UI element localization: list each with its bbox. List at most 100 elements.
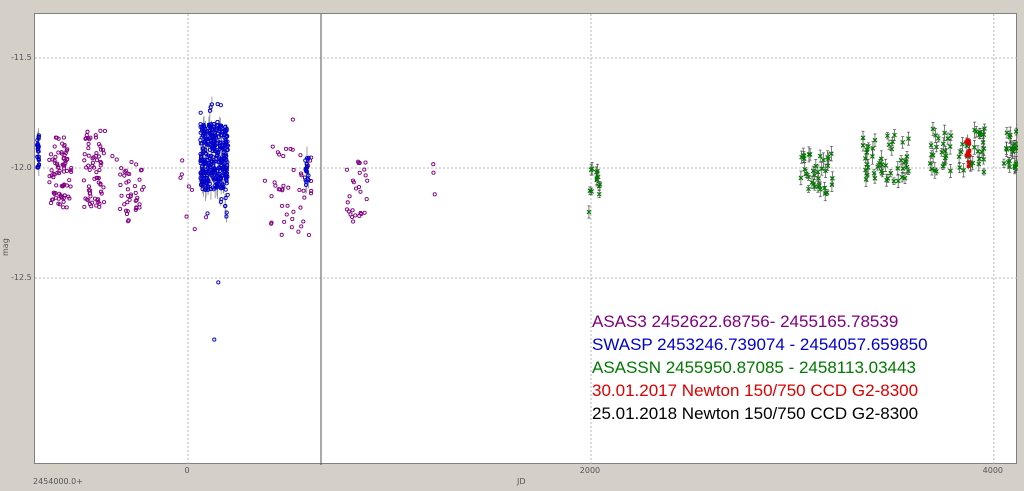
data-point — [966, 160, 971, 164]
data-point — [350, 208, 355, 213]
data-point — [967, 153, 972, 158]
data-point — [141, 185, 146, 190]
y-tick-labels: -11.5 -12.0 -12.5 — [11, 53, 32, 282]
data-point — [101, 185, 106, 190]
data-point — [212, 337, 217, 342]
data-point — [86, 153, 91, 158]
data-point — [262, 178, 267, 183]
data-point — [269, 194, 274, 199]
data-point — [61, 135, 66, 140]
data-point — [272, 180, 277, 185]
data-point — [125, 200, 130, 205]
data-point — [102, 128, 108, 133]
data-point — [357, 170, 362, 175]
data-point — [298, 153, 303, 158]
data-point — [286, 185, 291, 190]
data-point — [291, 167, 296, 173]
data-point — [432, 192, 437, 197]
data-point — [85, 129, 90, 134]
data-point — [297, 187, 302, 193]
data-point — [344, 167, 349, 172]
data-point — [350, 214, 355, 220]
data-point — [281, 154, 286, 159]
data-point — [67, 178, 72, 183]
data-point — [122, 202, 127, 207]
plot-area — [34, 13, 1018, 465]
data-point — [290, 216, 295, 221]
data-point — [299, 224, 304, 229]
data-point — [203, 215, 209, 220]
data-point — [306, 232, 312, 238]
data-point — [180, 158, 185, 163]
data-point — [101, 151, 106, 156]
data-point — [118, 172, 123, 177]
data-point — [296, 229, 301, 234]
y-tick-label: -12.0 — [11, 163, 32, 172]
data-point — [282, 219, 287, 224]
data-point — [114, 157, 119, 162]
data-point — [192, 227, 197, 232]
data-point — [129, 159, 134, 165]
x-offset-label: 2454000.0+ — [33, 477, 83, 486]
data-point — [198, 110, 203, 115]
data-point — [284, 212, 289, 217]
data-point — [52, 144, 57, 149]
data-point — [82, 152, 87, 157]
data-point — [122, 173, 127, 178]
data-point — [137, 202, 142, 207]
data-point — [87, 167, 92, 172]
data-point — [363, 173, 368, 178]
data-point — [86, 184, 92, 189]
data-point — [301, 219, 306, 224]
data-point — [289, 225, 294, 230]
data-point — [284, 146, 289, 151]
x-tick-label: 4000 — [983, 466, 1003, 475]
data-point — [358, 189, 363, 194]
data-point — [270, 144, 275, 149]
data-point — [189, 187, 195, 192]
data-point — [179, 172, 184, 177]
data-point — [98, 128, 103, 133]
data-point — [225, 192, 230, 197]
data-point — [84, 133, 89, 138]
data-point — [82, 158, 87, 163]
data-point — [281, 183, 286, 188]
y-axis-title: mag — [1, 238, 10, 256]
data-point — [86, 141, 91, 147]
x-tick-labels: 0 2000 4000 — [185, 466, 1003, 475]
data-point — [64, 205, 69, 210]
y-tick-label: -12.5 — [11, 273, 32, 282]
data-point — [966, 150, 970, 155]
data-point — [964, 153, 969, 158]
data-point — [118, 206, 123, 212]
x-tick-label: 0 — [185, 466, 190, 475]
data-point — [48, 200, 54, 206]
chart-svg — [35, 14, 1018, 465]
data-point — [285, 203, 290, 208]
data-point — [290, 117, 295, 122]
data-point — [362, 210, 367, 215]
data-point — [49, 168, 54, 173]
data-point — [94, 158, 100, 163]
data-point — [86, 146, 91, 151]
data-point — [47, 157, 52, 162]
data-point — [279, 232, 284, 237]
data-point — [431, 170, 436, 175]
data-point — [298, 205, 303, 210]
data-point — [48, 152, 54, 157]
data-point — [110, 154, 115, 159]
x-axis-title: JD — [516, 477, 526, 486]
data-point — [365, 178, 370, 183]
data-point — [178, 175, 183, 180]
data-point — [97, 167, 102, 173]
data-point — [347, 194, 352, 199]
grid-layer — [35, 14, 1018, 465]
data-point — [205, 211, 210, 216]
data-point — [351, 219, 356, 224]
data-point — [353, 213, 358, 218]
data-point — [279, 203, 285, 208]
data-point — [345, 200, 350, 205]
data-point — [302, 195, 307, 200]
data-point — [363, 160, 368, 165]
data-point — [218, 103, 223, 108]
